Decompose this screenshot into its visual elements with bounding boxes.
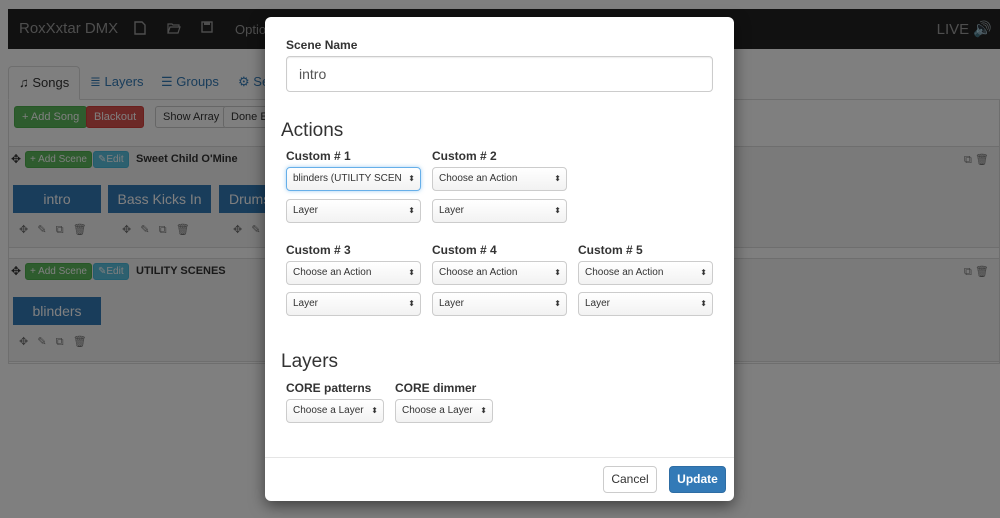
custom-3-action-select[interactable]: Choose an Action ⬍ bbox=[286, 261, 421, 285]
select-value: Choose a Layer bbox=[402, 405, 473, 416]
scene-name-value: intro bbox=[299, 66, 327, 82]
select-value: Layer bbox=[439, 298, 465, 309]
custom-label: Custom # 5 bbox=[578, 243, 643, 257]
core-dimmer-layer-select[interactable]: Choose a Layer ⬍ bbox=[395, 399, 493, 423]
select-value: Layer bbox=[439, 205, 465, 216]
select-arrow-icon: ⬍ bbox=[700, 268, 707, 277]
layer-label: CORE patterns bbox=[286, 381, 372, 395]
custom-3-layer-select[interactable]: Layer ⬍ bbox=[286, 292, 421, 316]
select-arrow-icon: ⬍ bbox=[408, 206, 415, 215]
core-patterns-layer-select[interactable]: Choose a Layer ⬍ bbox=[286, 399, 384, 423]
custom-1-action-select[interactable]: blinders (UTILITY SCENES) ⬍ bbox=[286, 167, 421, 191]
layer-label: CORE dimmer bbox=[395, 381, 477, 395]
select-value: Layer bbox=[293, 298, 319, 309]
select-value: Layer bbox=[293, 205, 319, 216]
select-arrow-icon: ⬍ bbox=[408, 299, 415, 308]
select-arrow-icon: ⬍ bbox=[554, 174, 561, 183]
custom-4-layer-select[interactable]: Layer ⬍ bbox=[432, 292, 567, 316]
select-arrow-icon: ⬍ bbox=[371, 406, 378, 415]
select-value: Choose a Layer bbox=[293, 405, 364, 416]
custom-label: Custom # 1 bbox=[286, 149, 351, 163]
edit-scene-modal: Scene Name intro Actions Custom # 1 blin… bbox=[265, 17, 734, 501]
custom-label: Custom # 2 bbox=[432, 149, 497, 163]
select-value: Choose an Action bbox=[439, 173, 518, 184]
cancel-button[interactable]: Cancel bbox=[603, 466, 657, 493]
modal-footer-divider bbox=[265, 457, 734, 458]
select-value: Choose an Action bbox=[585, 267, 664, 278]
select-arrow-icon: ⬍ bbox=[554, 268, 561, 277]
select-value: Choose an Action bbox=[439, 267, 518, 278]
custom-5-action-select[interactable]: Choose an Action ⬍ bbox=[578, 261, 713, 285]
custom-label: Custom # 3 bbox=[286, 243, 351, 257]
select-arrow-icon: ⬍ bbox=[480, 406, 487, 415]
scene-name-label: Scene Name bbox=[286, 38, 358, 52]
select-arrow-icon: ⬍ bbox=[554, 206, 561, 215]
custom-4-action-select[interactable]: Choose an Action ⬍ bbox=[432, 261, 567, 285]
layers-heading: Layers bbox=[281, 351, 339, 372]
select-arrow-icon: ⬍ bbox=[554, 299, 561, 308]
select-arrow-icon: ⬍ bbox=[408, 268, 415, 277]
select-value: Choose an Action bbox=[293, 267, 372, 278]
custom-1-layer-select[interactable]: Layer ⬍ bbox=[286, 199, 421, 223]
actions-heading: Actions bbox=[281, 120, 344, 141]
update-button[interactable]: Update bbox=[669, 466, 726, 493]
select-value: blinders (UTILITY SCENES) bbox=[293, 173, 402, 184]
select-value: Layer bbox=[585, 298, 611, 309]
select-arrow-icon: ⬍ bbox=[408, 174, 415, 183]
scene-name-input[interactable]: intro bbox=[286, 56, 713, 92]
custom-2-action-select[interactable]: Choose an Action ⬍ bbox=[432, 167, 567, 191]
select-arrow-icon: ⬍ bbox=[700, 299, 707, 308]
custom-label: Custom # 4 bbox=[432, 243, 497, 257]
custom-5-layer-select[interactable]: Layer ⬍ bbox=[578, 292, 713, 316]
custom-2-layer-select[interactable]: Layer ⬍ bbox=[432, 199, 567, 223]
